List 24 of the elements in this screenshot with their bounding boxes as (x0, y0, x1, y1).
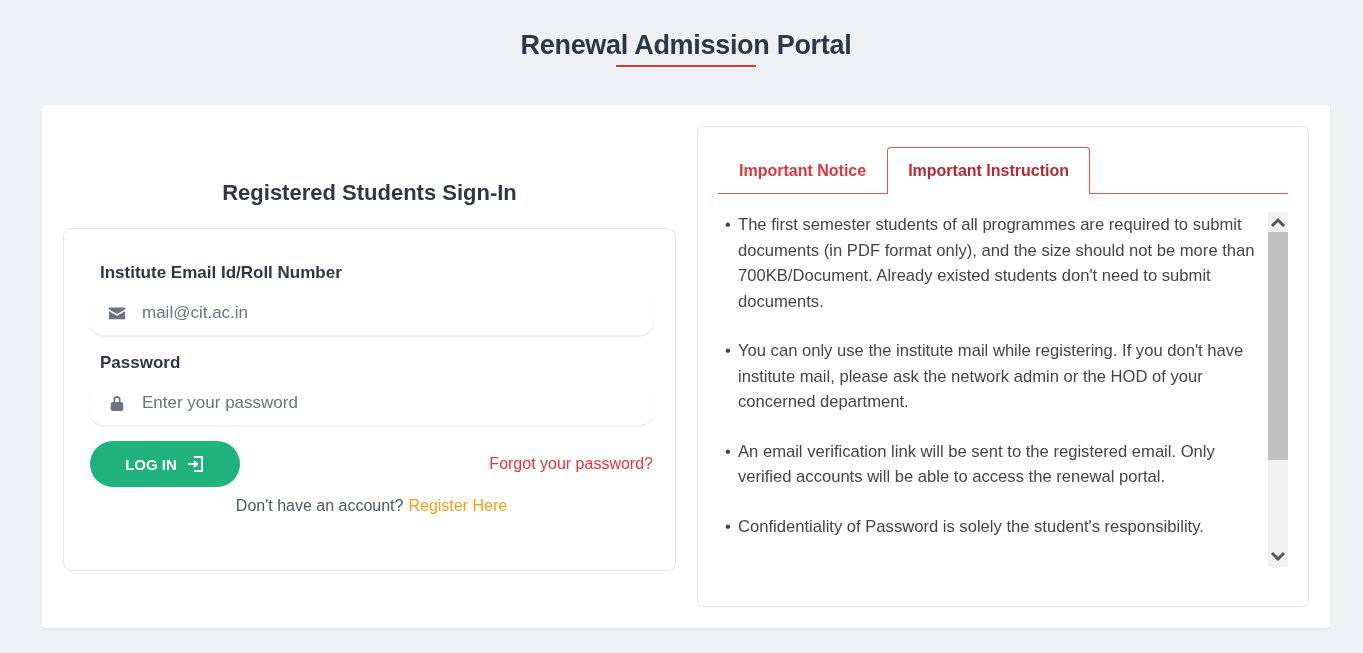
tab[interactable]: Important Instruction (887, 147, 1090, 194)
bullet: • (724, 440, 732, 463)
page-title: Renewal Admission Portal (520, 30, 852, 61)
instruction-item: An email verification link will be sent to the registered email. Only verified accounts will be able to access the renewal portal. (738, 440, 1216, 488)
sign-in-icon (186, 455, 205, 473)
bullet: • (724, 515, 732, 538)
scrollbar[interactable] (1268, 212, 1288, 567)
login-button[interactable]: LOG IN (90, 441, 240, 487)
instruction-item: Confidentiality of Password is solely the student's responsibility. (738, 515, 1205, 538)
lock-icon (108, 395, 126, 411)
bullet: • (724, 214, 732, 236)
input-field[interactable]: mail@cit.ac.in (140, 297, 635, 329)
register-prompt: Don't have an account? (235, 497, 404, 515)
instruction-item: The first semester students of all programmes are required to submit documents (in PDF format only), and the size should not be more than 700KB/Document. Already existed students don't need to submit documents. (738, 214, 1256, 313)
forgot-password-link[interactable]: Forgot your password? (489, 455, 653, 473)
bullet: • (724, 340, 732, 362)
scrollbar-thumb[interactable] (1268, 232, 1288, 460)
field-label: Password (100, 353, 182, 373)
instruction-item: You can only use the institute mail while registering. If you don't have institute mail, please ask the network admin or the HOD of your concerned department. (738, 340, 1245, 413)
envelope-icon (108, 305, 126, 321)
tab[interactable]: Important Notice (718, 147, 888, 193)
input-field[interactable]: Enter your password (140, 387, 635, 419)
sign-in-heading: Registered Students Sign-In (221, 180, 518, 206)
field-label: Institute Email Id/Roll Number (100, 263, 343, 283)
